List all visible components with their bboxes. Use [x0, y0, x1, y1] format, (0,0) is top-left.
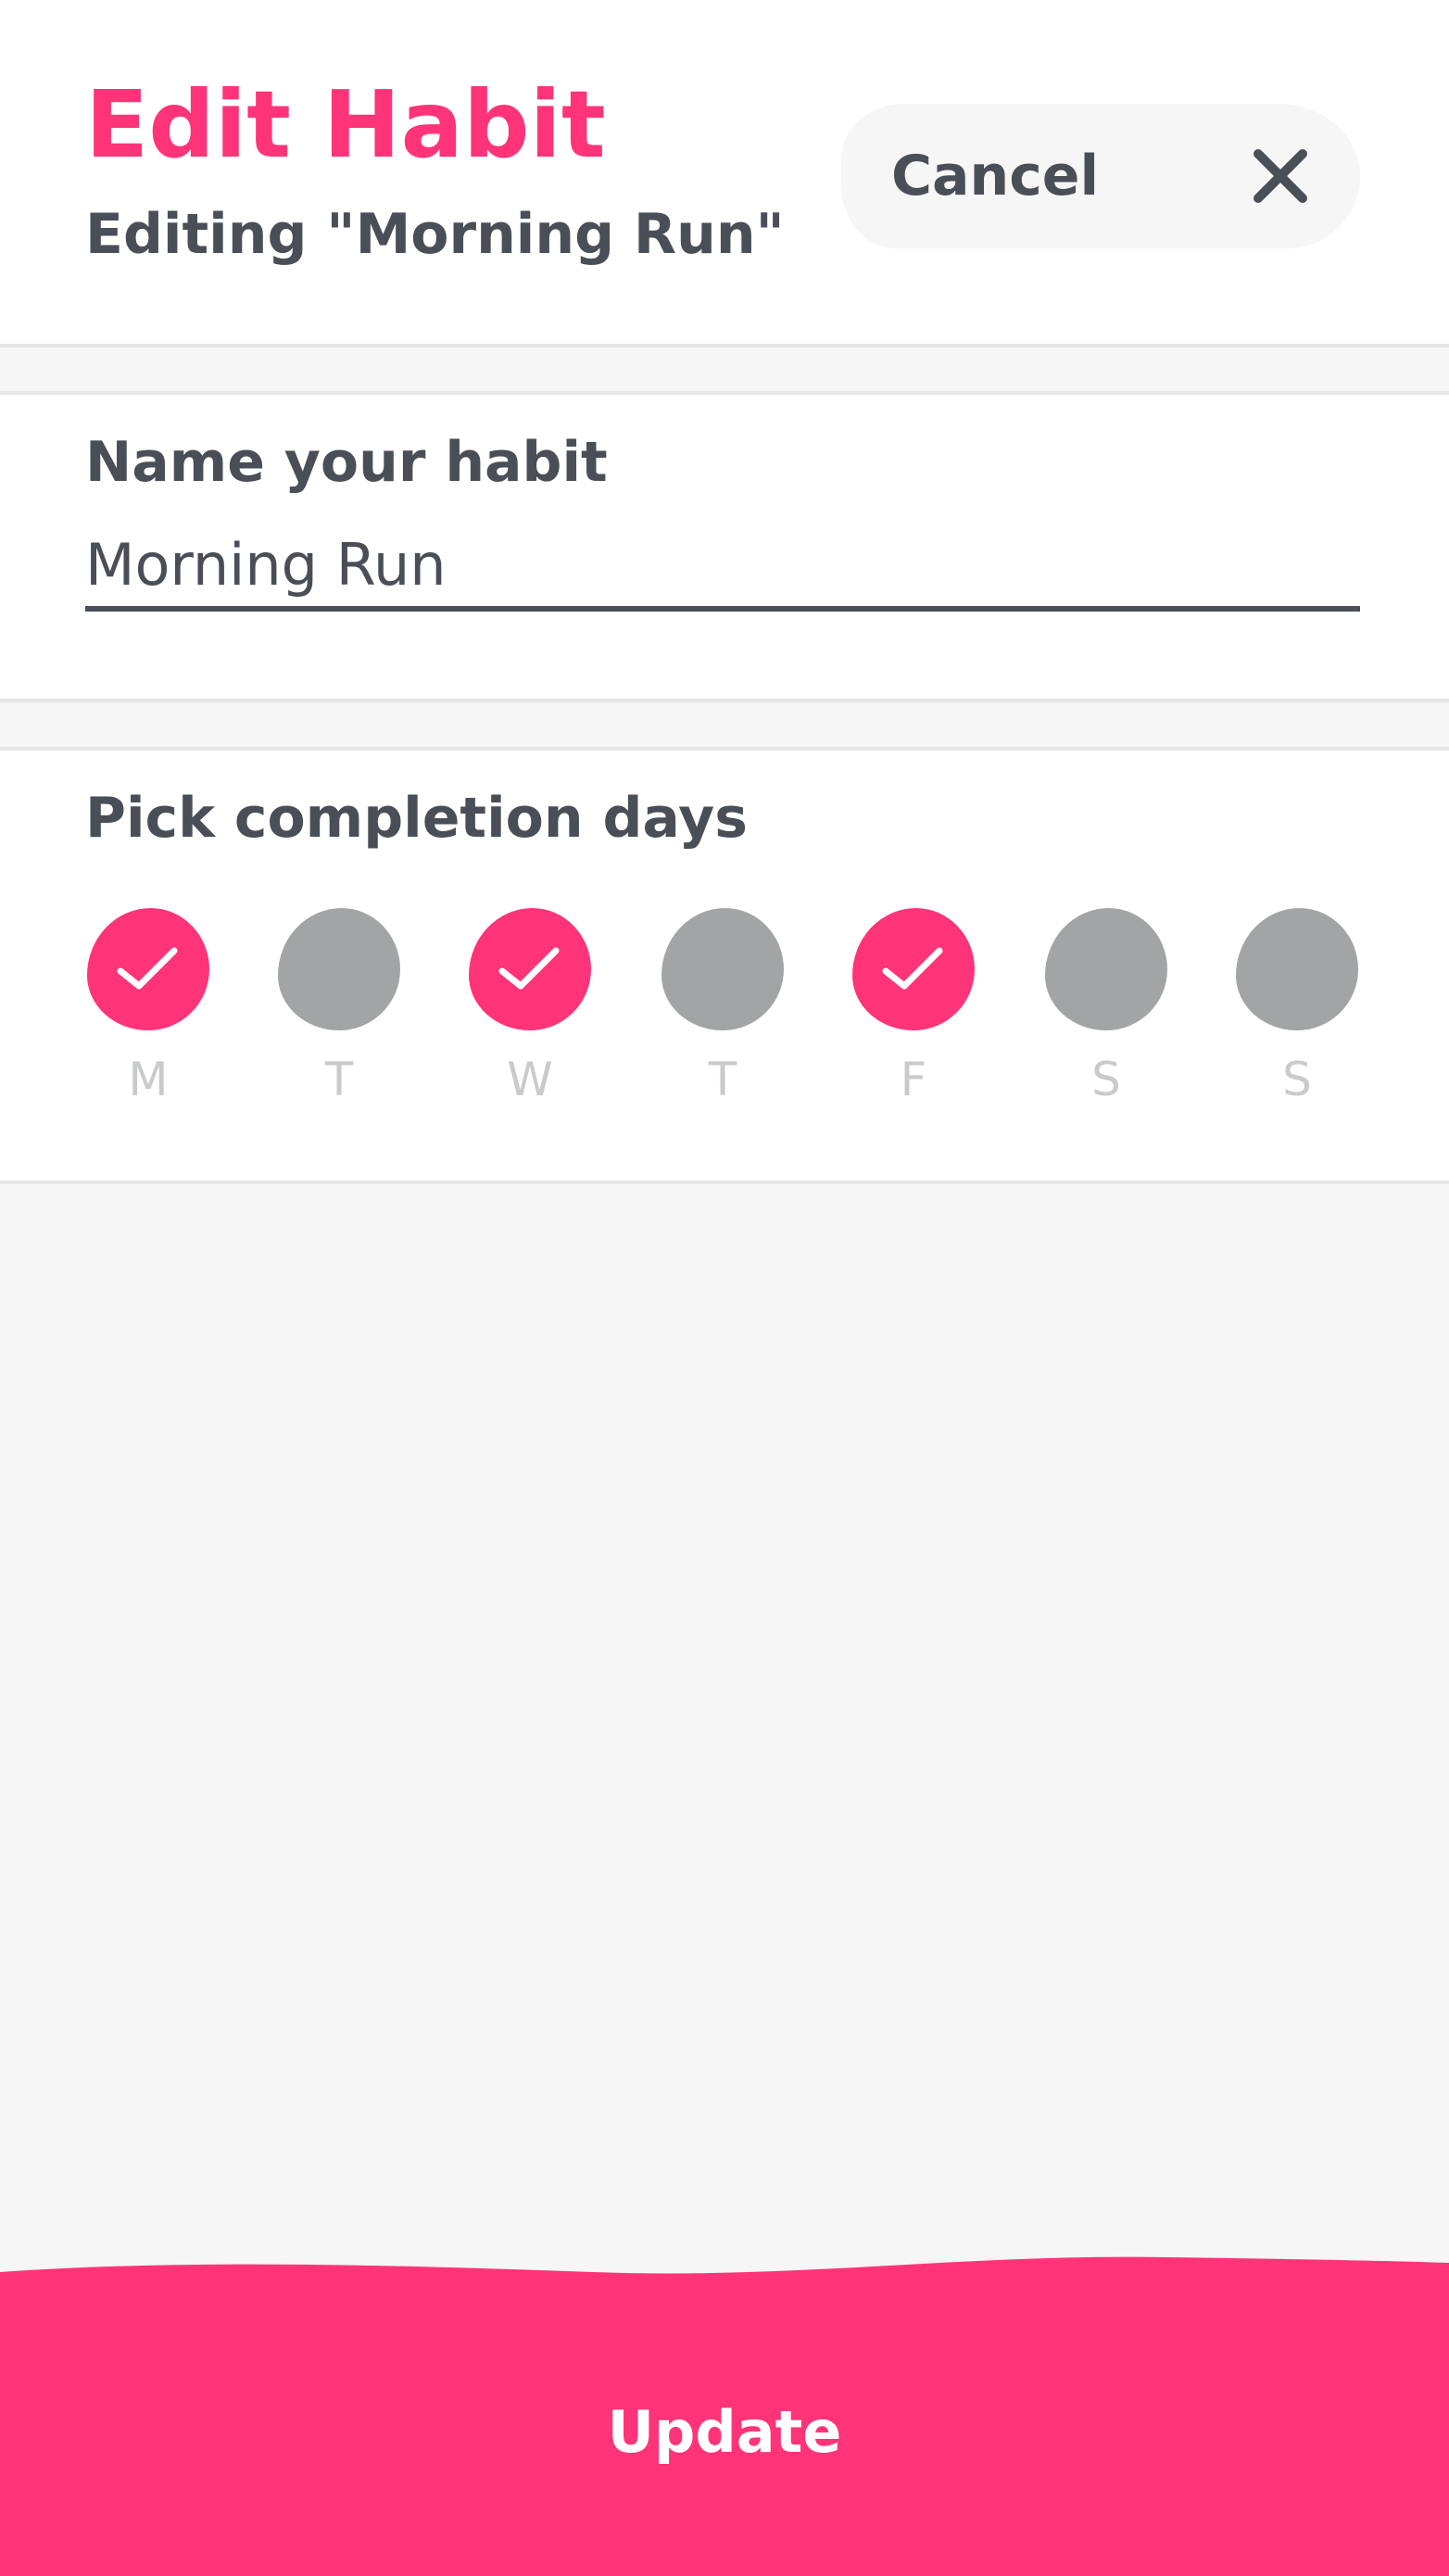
- cancel-button-label: Cancel: [891, 144, 1100, 208]
- day-letter: S: [1282, 1053, 1312, 1106]
- days-section-label: Pick completion days: [85, 786, 748, 851]
- day-toggle-thursday[interactable]: T: [660, 908, 789, 1130]
- page-title: Edit Habit: [85, 70, 606, 179]
- day-letter: T: [708, 1053, 737, 1106]
- habit-name-input[interactable]: [85, 523, 1360, 612]
- cancel-button[interactable]: Cancel: [841, 104, 1360, 248]
- day-toggle-wednesday[interactable]: W: [467, 908, 597, 1130]
- day-circle: [469, 908, 591, 1030]
- check-icon: [498, 947, 560, 990]
- day-circle: [1045, 908, 1167, 1030]
- day-circle: [662, 908, 784, 1030]
- name-section-label: Name your habit: [85, 430, 608, 495]
- day-letter: M: [128, 1053, 169, 1106]
- close-icon: [1254, 149, 1307, 203]
- day-letter: T: [324, 1053, 354, 1106]
- header: Edit Habit Editing "Morning Run" Cancel: [0, 0, 1449, 347]
- day-toggle-sunday[interactable]: S: [1234, 908, 1364, 1130]
- day-toggle-monday[interactable]: M: [85, 908, 215, 1130]
- day-circle: [852, 908, 975, 1030]
- update-button-label: Update: [607, 2398, 842, 2466]
- day-toggle-tuesday[interactable]: T: [276, 908, 406, 1130]
- name-section: Name your habit: [0, 391, 1449, 702]
- day-letter: F: [900, 1053, 927, 1106]
- day-toggle-friday[interactable]: F: [850, 908, 980, 1130]
- page-subtitle: Editing "Morning Run": [85, 202, 785, 267]
- day-letter: W: [507, 1053, 553, 1106]
- check-icon: [882, 947, 943, 990]
- day-circle: [87, 908, 209, 1030]
- day-circle: [278, 908, 400, 1030]
- days-section: Pick completion days M T W T F S S: [0, 747, 1449, 1184]
- day-circle: [1236, 908, 1358, 1030]
- day-letter: S: [1091, 1053, 1121, 1106]
- update-button[interactable]: Update: [0, 2252, 1449, 2576]
- check-icon: [117, 947, 178, 990]
- day-toggle-saturday[interactable]: S: [1043, 908, 1173, 1130]
- day-picker: M T W T F S S: [0, 908, 1449, 1130]
